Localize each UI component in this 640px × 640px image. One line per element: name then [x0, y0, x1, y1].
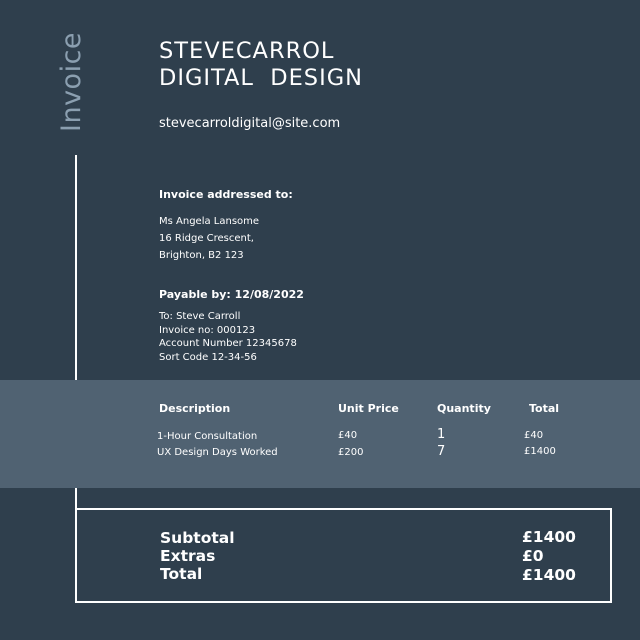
subtotal-value: £1400 [522, 528, 576, 546]
invoice-side-label: Invoice [56, 31, 87, 132]
header-total: Total [529, 402, 560, 415]
company-name: STEVECARROL DIGITAL DESIGN [159, 38, 363, 92]
totals-box: Subtotal £1400 Extras £0 Total £1400 [75, 508, 612, 603]
address-line: 16 Ridge Crescent, [159, 233, 254, 244]
address-line: Ms Angela Lansome [159, 216, 260, 227]
row-description: 1-Hour Consultation [157, 431, 258, 442]
extras-label: Extras [160, 547, 216, 565]
payable-section: Payable by: 12/08/2022 To: Steve Carroll… [159, 288, 304, 364]
address-line: Brighton, B2 123 [159, 250, 244, 261]
addressed-section: Invoice addressed to: Ms Angela Lansome … [159, 188, 293, 264]
header-quantity: Quantity [437, 402, 491, 415]
payment-line: To: Steve Carroll [159, 311, 241, 322]
row-description: UX Design Days Worked [157, 447, 278, 458]
total-value: £1400 [522, 566, 576, 584]
header-description: Description [159, 402, 231, 415]
company-name-line2: DIGITAL DESIGN [159, 65, 363, 91]
total-label: Total [160, 565, 203, 583]
row-quantity: 1 [437, 427, 446, 442]
payment-line: Account Number 12345678 [159, 338, 297, 349]
addressed-heading: Invoice addressed to: [159, 188, 293, 201]
vertical-divider-top [75, 155, 77, 380]
line-items-band [0, 380, 640, 488]
extras-value: £0 [522, 547, 544, 565]
payment-line: Invoice no: 000123 [159, 324, 256, 336]
company-name-line1: STEVECARROL [159, 38, 335, 64]
row-total: £1400 [524, 446, 556, 457]
payment-line: Sort Code 12-34-56 [159, 351, 257, 363]
company-email: stevecarroldigital@site.com [159, 116, 341, 131]
row-quantity: 7 [437, 444, 446, 459]
subtotal-label: Subtotal [160, 529, 235, 547]
header-unit-price: Unit Price [338, 402, 399, 415]
row-unit-price: £40 [338, 430, 358, 441]
payable-heading: Payable by: 12/08/2022 [159, 288, 304, 301]
row-total: £40 [524, 430, 544, 441]
row-unit-price: £200 [338, 447, 364, 458]
vertical-divider-bottom [75, 488, 77, 510]
